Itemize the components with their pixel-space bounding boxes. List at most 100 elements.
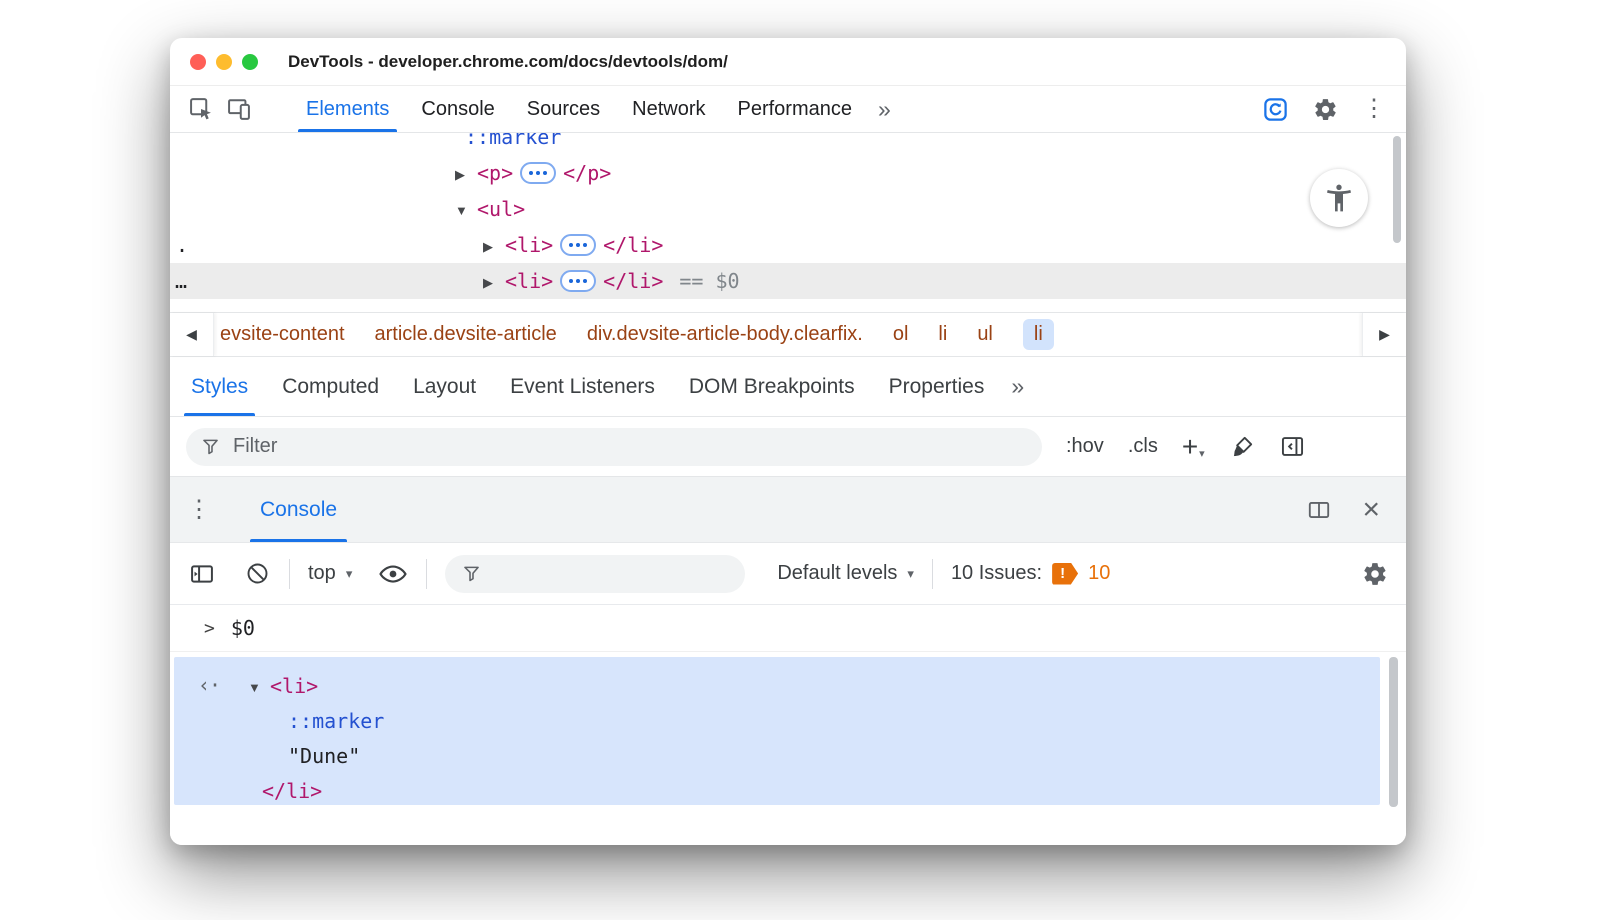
- panel-tabs: Elements Console Sources Network Perform…: [290, 86, 868, 132]
- collapsed-ellipsis-icon[interactable]: [560, 270, 596, 292]
- breadcrumb-scroll-left-icon[interactable]: ◀: [170, 313, 214, 356]
- sync-icon[interactable]: [1262, 96, 1289, 123]
- more-tabs-icon[interactable]: »: [868, 86, 901, 132]
- breadcrumb-item-selected[interactable]: li: [1023, 319, 1054, 350]
- chevron-down-icon: ▾: [346, 566, 353, 582]
- collapsed-ellipsis-icon[interactable]: [560, 234, 596, 256]
- breadcrumb-scroll-right-icon[interactable]: ▶: [1362, 313, 1406, 356]
- tab-event-listeners[interactable]: Event Listeners: [493, 357, 672, 416]
- console-filter-input[interactable]: [445, 555, 745, 593]
- clipped-text-ellipsis: …: [175, 263, 188, 299]
- result-marker-pseudo: ::marker: [288, 704, 384, 738]
- dom-node-li[interactable]: ▶<li></li>: [170, 227, 1406, 263]
- tab-console[interactable]: Console: [405, 86, 510, 132]
- breadcrumb-item[interactable]: li: [938, 323, 947, 346]
- filter-funnel-icon: [200, 436, 221, 457]
- minimize-window-button[interactable]: [216, 54, 232, 70]
- devtools-window: DevTools - developer.chrome.com/docs/dev…: [170, 38, 1406, 845]
- tab-network[interactable]: Network: [616, 86, 721, 132]
- accessibility-fab[interactable]: [1310, 169, 1368, 227]
- tab-properties[interactable]: Properties: [872, 357, 1002, 416]
- returned-value-icon: ‹·: [198, 673, 220, 697]
- divider: [932, 559, 933, 589]
- toggle-hover-state-button[interactable]: :hov: [1066, 435, 1104, 458]
- settings-gear-icon[interactable]: [1313, 97, 1338, 122]
- live-expression-eye-icon[interactable]: [378, 559, 408, 589]
- toolbar-right-controls: ⋮: [1262, 86, 1406, 132]
- issues-warning-icon: !: [1052, 563, 1078, 585]
- close-window-button[interactable]: [190, 54, 206, 70]
- tab-computed[interactable]: Computed: [265, 357, 396, 416]
- execution-context-select[interactable]: top ▾: [308, 562, 352, 585]
- expand-arrow-icon[interactable]: ▶: [483, 229, 505, 265]
- tab-sources[interactable]: Sources: [511, 86, 616, 132]
- collapse-arrow-icon[interactable]: ▼: [248, 671, 270, 705]
- chevron-down-icon: ▾: [1199, 449, 1205, 460]
- breadcrumb-item[interactable]: ul: [977, 323, 993, 346]
- result-text-node: "Dune": [288, 739, 360, 773]
- drawer-menu-kebab-icon[interactable]: ⋮: [170, 477, 228, 542]
- tab-elements[interactable]: Elements: [290, 86, 405, 132]
- collapse-arrow-icon[interactable]: ▼: [455, 193, 477, 229]
- dollar-zero-annotation: ==$0: [679, 269, 739, 293]
- clear-console-icon[interactable]: [244, 560, 271, 587]
- log-levels-select[interactable]: Default levels ▾: [777, 562, 914, 585]
- styles-sidebar-tabs: Styles Computed Layout Event Listeners D…: [170, 357, 1406, 417]
- toggle-class-button[interactable]: .cls: [1128, 435, 1158, 458]
- filter-funnel-icon: [461, 563, 482, 584]
- window-title: DevTools - developer.chrome.com/docs/dev…: [288, 52, 728, 72]
- expand-arrow-icon[interactable]: ▶: [483, 265, 505, 301]
- breadcrumb-item[interactable]: article.devsite-article: [375, 323, 557, 346]
- issues-counter[interactable]: 10 Issues: ! 10: [951, 562, 1110, 585]
- tab-layout[interactable]: Layout: [396, 357, 493, 416]
- elements-scrollbar-thumb[interactable]: [1393, 136, 1401, 243]
- console-result-node[interactable]: ‹· ▼<li> ::marker "Dune" </li>: [174, 657, 1380, 805]
- chevron-down-icon: ▾: [907, 566, 914, 582]
- breadcrumb-item[interactable]: evsite-content: [220, 323, 345, 346]
- inspect-element-icon[interactable]: [182, 86, 220, 132]
- expand-arrow-icon[interactable]: ▶: [455, 157, 477, 193]
- dom-node-ul[interactable]: ▼<ul>: [170, 191, 1406, 227]
- collapsed-ellipsis-icon[interactable]: [520, 162, 556, 184]
- main-menu-kebab-icon[interactable]: ⋮: [1362, 97, 1386, 121]
- more-sidebar-tabs-icon[interactable]: »: [1001, 357, 1034, 416]
- console-settings-gear-icon[interactable]: [1362, 561, 1388, 587]
- tab-performance[interactable]: Performance: [722, 86, 869, 132]
- console-sidebar-toggle-icon[interactable]: [188, 560, 216, 588]
- console-drawer-header: ⋮ Console ×: [170, 477, 1406, 543]
- breadcrumb: evsite-content article.devsite-article d…: [214, 313, 1054, 356]
- console-scrollbar-thumb[interactable]: [1389, 657, 1398, 807]
- breadcrumb-item[interactable]: ol: [893, 323, 909, 346]
- drawer-controls: ×: [1306, 477, 1406, 542]
- accessibility-icon: [1323, 182, 1355, 214]
- result-close-tag: </li>: [262, 774, 322, 808]
- toggle-sidebar-panel-icon[interactable]: [1279, 433, 1306, 460]
- console-toolbar: top ▾ Default levels ▾ 10 Issues: ! 10: [170, 543, 1406, 605]
- divider: [426, 559, 427, 589]
- tab-console-drawer[interactable]: Console: [250, 477, 347, 542]
- breadcrumb-item[interactable]: div.devsite-article-body.clearfix.: [587, 323, 863, 346]
- split-panel-icon[interactable]: [1306, 497, 1332, 523]
- elements-dom-tree: ::marker ▶<p></p> ▼<ul> ▶<li></li> ▶<li>…: [170, 133, 1406, 312]
- styles-filter-row: Filter :hov .cls +▾: [170, 417, 1406, 477]
- styles-filter-input[interactable]: Filter: [186, 428, 1042, 466]
- result-open-tag: <li>: [270, 674, 318, 698]
- dom-node-p[interactable]: ▶<p></p>: [170, 155, 1406, 191]
- rendering-brush-icon[interactable]: [1229, 434, 1255, 460]
- dom-pseudo-marker-row[interactable]: ::marker: [170, 133, 1406, 155]
- new-style-rule-button[interactable]: +▾: [1182, 433, 1205, 461]
- tab-styles[interactable]: Styles: [174, 357, 265, 416]
- close-drawer-icon[interactable]: ×: [1362, 495, 1380, 525]
- tab-dom-breakpoints[interactable]: DOM Breakpoints: [672, 357, 872, 416]
- console-log-area: > $0 ‹· ▼<li> ::marker "Dune" </li>: [170, 605, 1406, 845]
- console-evaluated-expression[interactable]: > $0: [170, 605, 1406, 652]
- traffic-lights: [190, 54, 258, 70]
- dom-node-li-selected[interactable]: ▶<li></li>==$0: [170, 263, 1406, 299]
- devtools-main-toolbar: Elements Console Sources Network Perform…: [170, 86, 1406, 133]
- filter-placeholder: Filter: [233, 435, 277, 458]
- clipped-text-dot: .: [176, 227, 188, 263]
- evaluated-expression-text: $0: [231, 616, 255, 640]
- device-toolbar-icon[interactable]: [220, 86, 258, 132]
- divider: [289, 559, 290, 589]
- fullscreen-window-button[interactable]: [242, 54, 258, 70]
